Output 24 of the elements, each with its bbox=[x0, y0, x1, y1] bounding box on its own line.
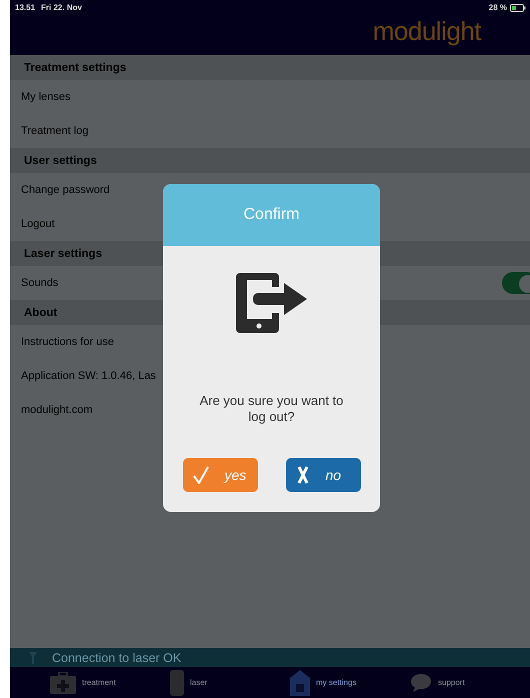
cylinder-icon bbox=[170, 670, 184, 696]
check-icon bbox=[192, 466, 208, 484]
logout-icon bbox=[236, 273, 308, 333]
battery-icon bbox=[510, 4, 526, 12]
cross-icon bbox=[296, 466, 310, 484]
medical-kit-icon bbox=[50, 672, 76, 694]
connection-status: Connection to laser OK bbox=[52, 650, 182, 664]
sounds-toggle[interactable] bbox=[502, 272, 530, 294]
app-logo: modulight bbox=[372, 16, 481, 47]
tab-bar-item[interactable]: laser bbox=[170, 667, 290, 698]
house-icon bbox=[290, 670, 310, 696]
status-time: 13.51 bbox=[15, 3, 36, 12]
dialog-title: Confirm bbox=[163, 184, 380, 246]
tab-bar-item[interactable]: treatment bbox=[50, 667, 170, 698]
no-button[interactable]: no bbox=[286, 458, 360, 492]
dialog-message: Are you sure you want to log out? bbox=[198, 393, 344, 425]
status-date: Fri 22. Nov bbox=[41, 3, 82, 12]
tab-bar-item[interactable]: my settings bbox=[290, 667, 410, 698]
speech-bubble-icon bbox=[410, 672, 432, 692]
tab-bar-item[interactable]: support bbox=[410, 667, 530, 698]
signal-icon bbox=[28, 652, 38, 664]
section-header: Treatment settings bbox=[10, 55, 530, 80]
section-header: User settings bbox=[10, 148, 530, 173]
battery-percent: 28 % bbox=[488, 3, 507, 12]
